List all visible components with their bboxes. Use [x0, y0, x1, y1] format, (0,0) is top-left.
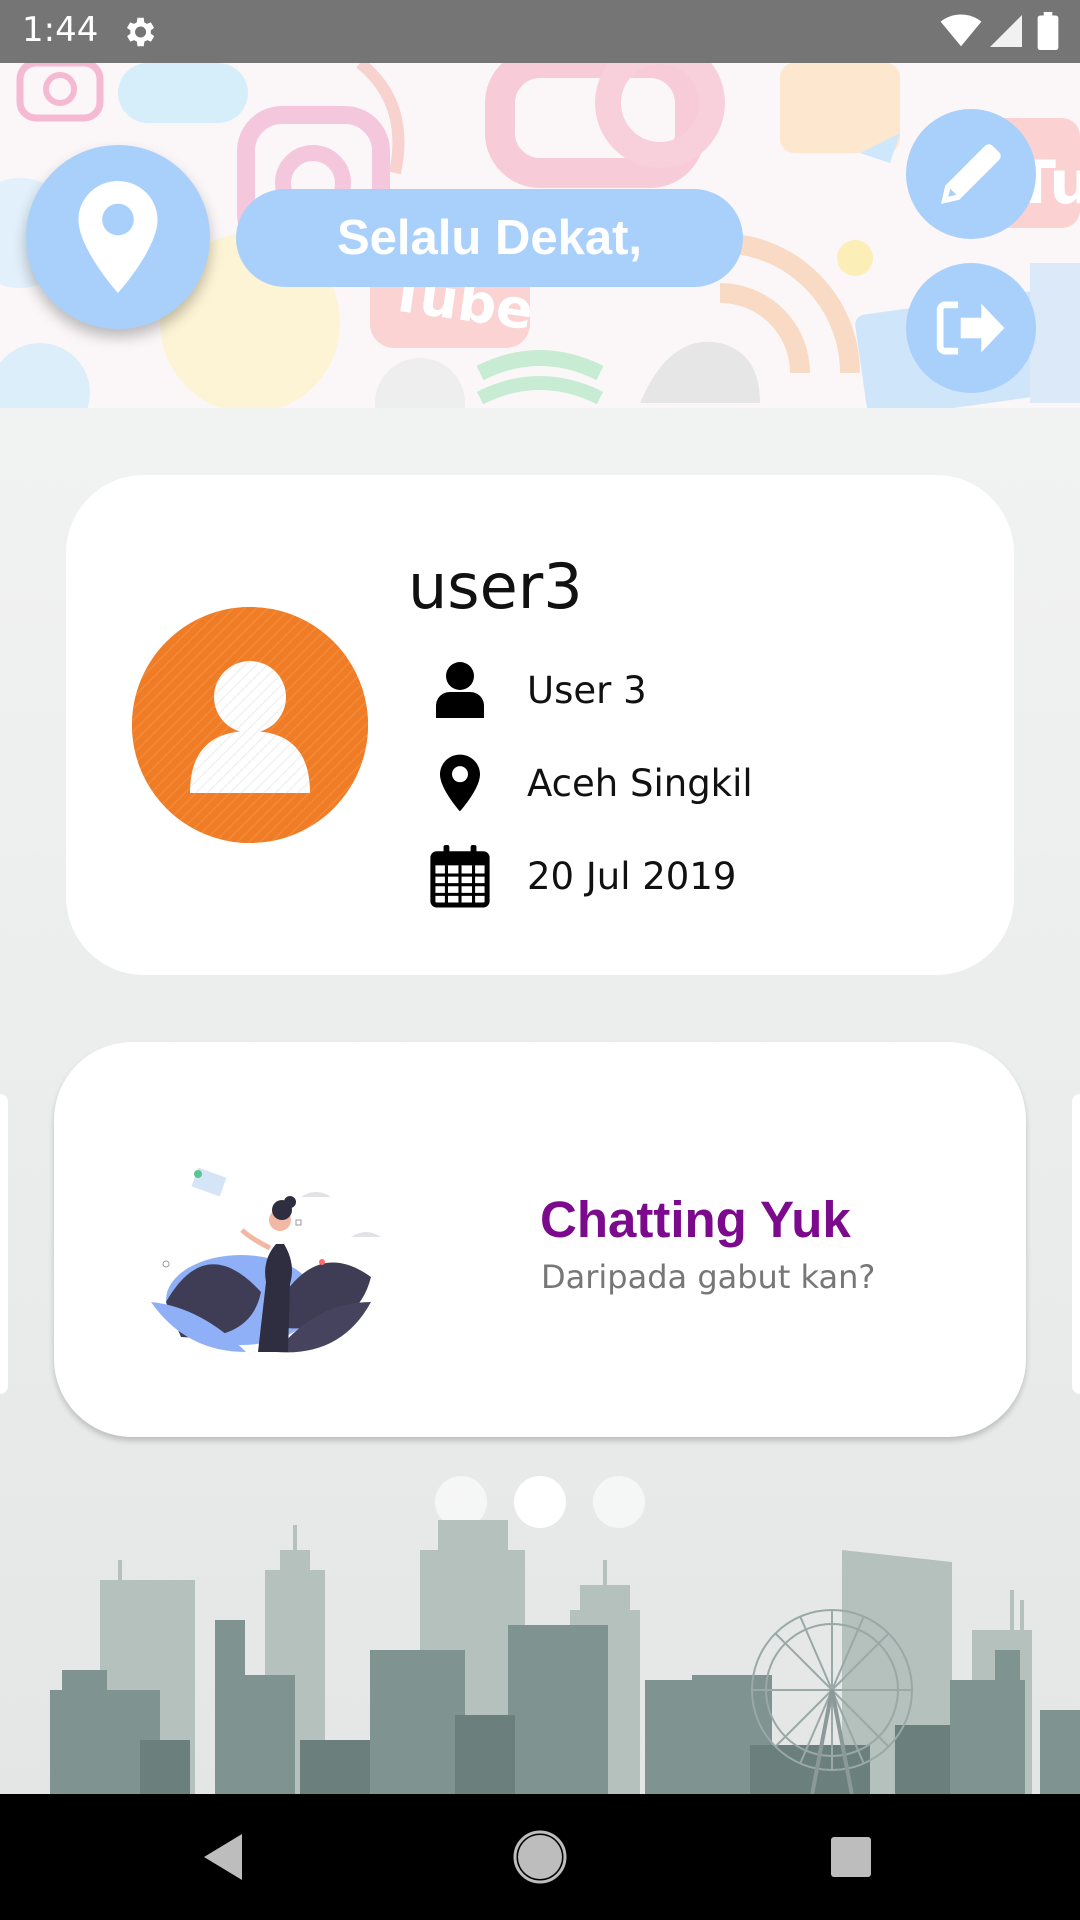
greeting-label: Selalu Dekat,	[236, 189, 743, 287]
full-name-label: User 3	[527, 668, 647, 712]
join-date-row: 20 Jul 2019	[430, 841, 736, 911]
calendar-icon	[430, 843, 490, 909]
location-label: Aceh Singkil	[527, 761, 753, 805]
pencil-icon	[941, 144, 1001, 204]
profile-card: user3 User 3 Aceh Singkil 20 Jul 2019	[66, 475, 1014, 975]
woman-with-plants-illustration	[151, 1167, 381, 1353]
carousel-prev-card-edge[interactable]	[0, 1094, 8, 1394]
location-pin-icon	[78, 181, 158, 293]
home-icon[interactable]	[507, 1824, 573, 1890]
back-icon[interactable]	[190, 1824, 256, 1890]
signal-icon	[990, 15, 1022, 47]
nav-bar	[0, 1794, 1080, 1920]
status-bar: 1:44	[0, 0, 1080, 63]
edit-profile-button[interactable]	[906, 109, 1036, 239]
user-silhouette-icon	[132, 607, 368, 843]
full-name-row: User 3	[430, 655, 647, 725]
carousel-card[interactable]: Chatting Yuk Daripada gabut kan?	[54, 1042, 1026, 1437]
status-time: 1:44	[22, 10, 99, 50]
carousel-subtitle: Daripada gabut kan?	[541, 1258, 876, 1296]
recents-icon[interactable]	[818, 1824, 884, 1890]
username: user3	[408, 550, 583, 623]
carousel-title: Chatting Yuk	[540, 1191, 851, 1248]
logout-button[interactable]	[906, 263, 1036, 393]
carousel-next-card-edge[interactable]	[1072, 1094, 1080, 1394]
city-skyline-illustration	[50, 1520, 1080, 1795]
person-icon	[430, 657, 490, 723]
location-row: Aceh Singkil	[430, 748, 753, 818]
wifi-icon	[940, 14, 982, 47]
avatar	[132, 607, 368, 843]
logout-icon	[936, 301, 1005, 355]
join-date-label: 20 Jul 2019	[527, 854, 737, 898]
header-banner: Tube Tu Selalu Dekat,	[0, 63, 1080, 408]
battery-icon	[1037, 12, 1059, 50]
location-pin-icon	[430, 750, 490, 816]
location-button[interactable]	[26, 145, 210, 329]
gear-icon	[126, 17, 155, 47]
